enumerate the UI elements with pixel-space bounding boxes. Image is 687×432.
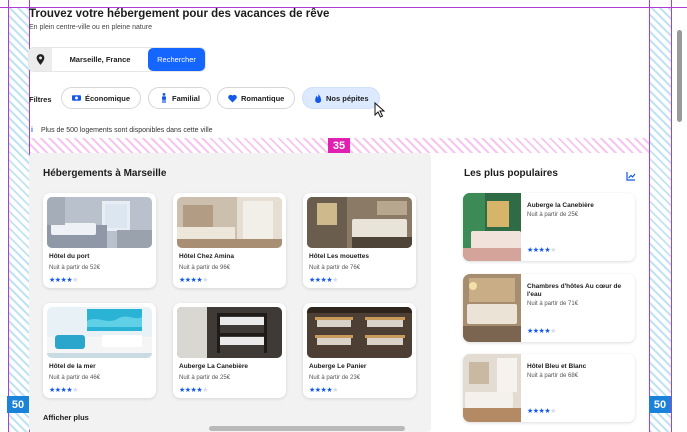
- filter-chip-label: Familial: [172, 93, 200, 103]
- left-margin-overlay: [8, 8, 29, 432]
- card-name: Auberge la Canebière: [527, 202, 594, 209]
- accommodation-card[interactable]: Auberge Le Panier Nuit à partir de 23€ ★…: [303, 303, 416, 398]
- filter-chip-label: Nos pépites: [326, 93, 369, 103]
- card-price: Nuit à partir de 71€: [527, 301, 579, 307]
- guide-left-outer: [8, 0, 9, 432]
- star-rating: ★★★★★: [309, 387, 338, 394]
- filter-chip-romantique[interactable]: Romantique: [217, 87, 296, 109]
- search-button[interactable]: Rechercher: [148, 48, 205, 71]
- room-photo: [463, 193, 521, 261]
- card-price: Nuit à partir de 23€: [309, 375, 361, 381]
- star-rating: ★★★★★: [179, 277, 208, 284]
- accommodation-card[interactable]: Hôtel Les mouettes Nuit à partir de 76€ …: [303, 193, 416, 288]
- card-name: Hôtel de la mer: [49, 363, 96, 370]
- accommodations-title: Hébergements à Marseille: [43, 168, 167, 179]
- card-price: Nuit à partir de 46€: [49, 375, 101, 381]
- star-rating: ★★★★★: [49, 277, 78, 284]
- filter-chip-familial[interactable]: Familial: [148, 87, 211, 109]
- spacing-tag-left-margin: 50: [7, 396, 29, 413]
- card-price: Nuit à partir de 52€: [49, 265, 101, 271]
- filter-chip-label: Romantique: [241, 93, 285, 103]
- card-price: Nuit à partir de 68€: [527, 373, 579, 379]
- card-name: Auberge Le Panier: [309, 363, 367, 370]
- room-photo: [463, 274, 521, 342]
- flame-icon: [313, 93, 322, 103]
- vertical-scrollbar[interactable]: [677, 30, 682, 122]
- card-price: Nuit à partir de 25€: [179, 375, 231, 381]
- trend-chart-icon[interactable]: [626, 171, 636, 181]
- star-rating: ★★★★★: [527, 247, 556, 254]
- popular-panel: Les plus populaires Auberge la Canebière…: [450, 153, 644, 432]
- room-photo: [307, 307, 412, 358]
- page-title: Trouvez votre hébergement pour des vacan…: [29, 8, 330, 20]
- location-input[interactable]: Marseille, France: [52, 55, 148, 64]
- info-message: i Plus de 500 logements sont disponibles…: [31, 127, 213, 134]
- mouse-cursor-icon: [374, 102, 386, 118]
- accommodation-card[interactable]: Auberge La Canebière Nuit à partir de 25…: [173, 303, 286, 398]
- accommodation-card[interactable]: Hôtel de la mer Nuit à partir de 46€ ★★★…: [43, 303, 156, 398]
- room-photo: [47, 197, 152, 248]
- map-pin-icon[interactable]: [29, 48, 52, 71]
- info-icon: i: [31, 127, 33, 134]
- heart-icon: [228, 94, 237, 103]
- star-rating: ★★★★★: [309, 277, 338, 284]
- guide-right-outer: [671, 0, 672, 432]
- card-name: Chambres d'hôtes Au cœur de l'eau: [527, 283, 622, 298]
- search-bar: Marseille, France Rechercher: [29, 48, 205, 71]
- card-price: Nuit à partir de 25€: [527, 212, 579, 218]
- filter-chip-label: Économique: [85, 93, 131, 103]
- horizontal-scrollbar[interactable]: [209, 426, 405, 431]
- star-rating: ★★★★★: [527, 408, 556, 415]
- room-photo: [307, 197, 412, 248]
- card-name: Hôtel Les mouettes: [309, 253, 369, 260]
- guide-right-inner: [649, 0, 650, 432]
- star-rating: ★★★★★: [179, 387, 208, 394]
- money-icon: [72, 94, 81, 103]
- card-price: Nuit à partir de 76€: [309, 265, 361, 271]
- info-text: Plus de 500 logements sont disponibles d…: [40, 127, 213, 134]
- page-content: Trouvez votre hébergement pour des vacan…: [29, 0, 649, 432]
- room-photo: [177, 197, 282, 248]
- show-more-link[interactable]: Afficher plus: [43, 413, 89, 422]
- accommodation-card[interactable]: Hôtel du port Nuit à partir de 52€ ★★★★★: [43, 193, 156, 288]
- popular-card[interactable]: Hôtel Bleu et Blanc Nuit à partir de 68€…: [463, 354, 635, 422]
- spacing-tag-section-gap: 35: [328, 138, 350, 153]
- filter-chip-economique[interactable]: Économique: [61, 87, 142, 109]
- accommodations-panel: Hébergements à Marseille Hôtel du port N…: [29, 153, 431, 432]
- star-rating: ★★★★★: [49, 387, 78, 394]
- person-icon: [159, 93, 168, 103]
- room-photo: [47, 307, 152, 358]
- page-subtitle: En plein centre-ville ou en pleine natur…: [29, 24, 152, 31]
- filters-label: Filtres: [29, 95, 52, 104]
- star-rating: ★★★★★: [527, 328, 556, 335]
- card-name: Hôtel Bleu et Blanc: [527, 363, 587, 370]
- filter-chip-nos-pepites[interactable]: Nos pépites: [302, 87, 380, 109]
- accommodation-card[interactable]: Hôtel Chez Amina Nuit à partir de 96€ ★★…: [173, 193, 286, 288]
- popular-card[interactable]: Chambres d'hôtes Au cœur de l'eau Nuit à…: [463, 274, 635, 342]
- right-margin-overlay: [650, 8, 671, 432]
- card-name: Auberge La Canebière: [179, 363, 248, 370]
- card-name: Hôtel du port: [49, 253, 90, 260]
- popular-card[interactable]: Auberge la Canebière Nuit à partir de 25…: [463, 193, 635, 261]
- spacing-tag-right-margin: 50: [649, 396, 671, 413]
- room-photo: [177, 307, 282, 358]
- room-photo: [463, 354, 521, 422]
- popular-title: Les plus populaires: [464, 168, 558, 179]
- card-name: Hôtel Chez Amina: [179, 253, 235, 260]
- card-price: Nuit à partir de 96€: [179, 265, 231, 271]
